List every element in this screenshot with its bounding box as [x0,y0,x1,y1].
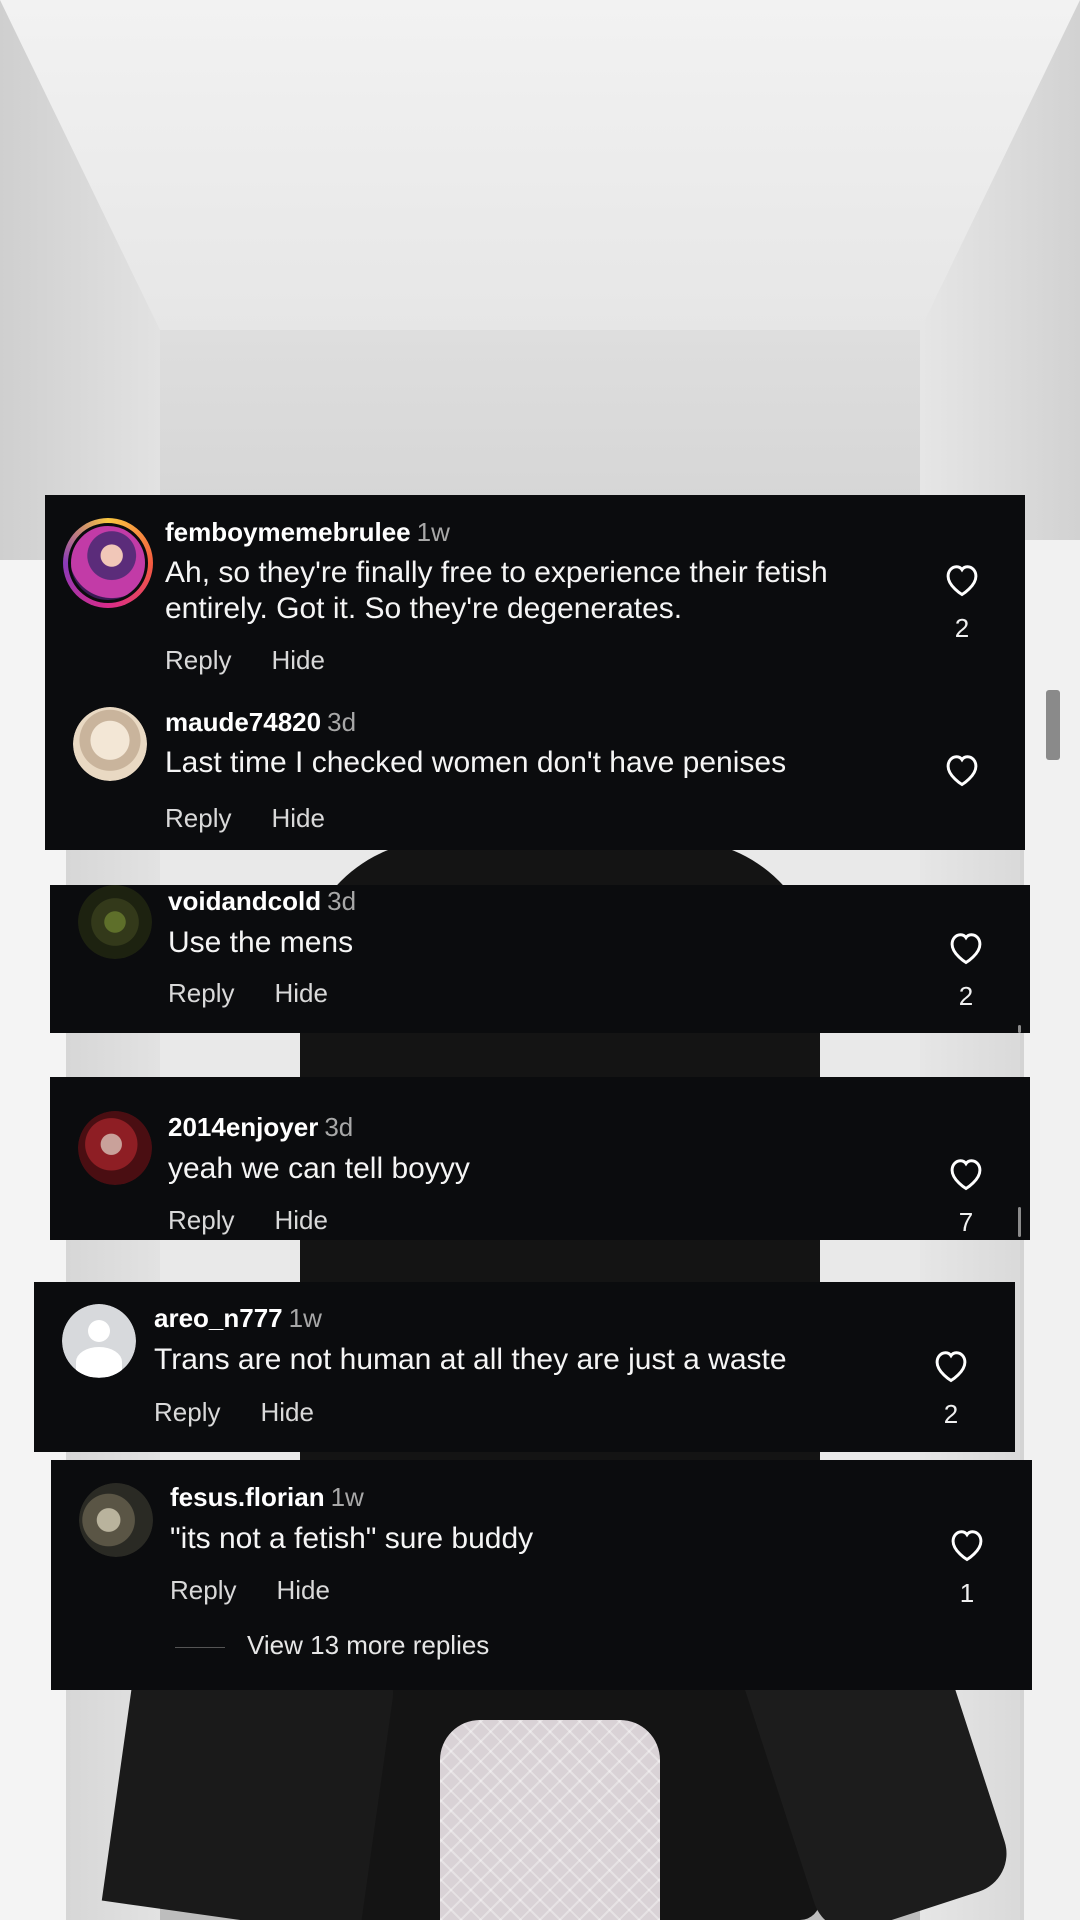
comment-text: "its not a fetish" sure buddy [170,1522,534,1555]
creature-avatar[interactable] [78,885,152,959]
reply-button[interactable]: Reply [154,1397,220,1427]
profile-ring-avatar[interactable] [63,518,153,608]
fishnet-legs [440,1720,660,1920]
hide-button[interactable]: Hide [260,1397,313,1427]
username[interactable]: maude74820 [165,707,321,737]
heart-icon [951,1530,983,1562]
reply-button[interactable]: Reply [168,1205,234,1235]
comment-card-4: areo_n777 1w Trans are not human at all t… [34,1282,1015,1452]
heart-icon [950,933,982,965]
door-hinge [1046,690,1060,760]
timestamp: 3d [327,886,357,916]
username[interactable]: femboymemebrulee [165,517,411,547]
comment-text: yeah we can tell boyyy [168,1152,470,1185]
comment-text: Ah, so they're finally free to experienc… [165,556,828,625]
reply-button[interactable]: Reply [170,1575,236,1605]
username[interactable]: voidandcold [168,886,321,916]
like-count: 7 [958,1207,974,1237]
hide-button[interactable]: Hide [274,978,327,1008]
comment-text: Last time I checked women don't have pen… [165,746,787,779]
timestamp: 3d [327,707,357,737]
scroll-indicator [1018,1207,1021,1237]
divider-line [175,1646,225,1648]
timestamp: 3d [324,1112,354,1142]
comment-text: Trans are not human at all they are just… [154,1343,787,1376]
comment-areo_n777: areo_n777 1w Trans are not human at all t… [34,1282,1015,1452]
like-button[interactable]: 2 [921,1347,981,1429]
heart-icon [946,565,978,597]
like-button[interactable]: 2 [932,561,992,643]
like-button[interactable]: 1 [937,1526,997,1608]
comment-card-1: femboymemebrulee 1w Ah, so they're finall… [45,495,1025,850]
comment-card-2: voidandcold 3d Use the mens Reply Hide 2 [50,885,1030,1033]
comment-voidandcold: voidandcold 3d Use the mens Reply Hide 2 [50,885,1030,1033]
hide-button[interactable]: Hide [271,645,324,675]
like-button[interactable]: 2 [936,929,996,1011]
heart-icon [946,755,978,787]
heart-icon [950,1159,982,1191]
username[interactable]: areo_n777 [154,1303,283,1333]
timestamp: 1w [416,517,450,547]
view-more-replies[interactable]: View 13 more replies [175,1630,489,1660]
sketch-avatar[interactable] [73,707,147,781]
timestamp: 1w [288,1303,322,1333]
reply-button[interactable]: Reply [168,978,234,1008]
username[interactable]: 2014enjoyer [168,1112,318,1142]
comment-maude74820: maude74820 3d Last time I checked women d… [45,685,1025,850]
like-count: 1 [959,1578,975,1608]
reply-button[interactable]: Reply [165,803,231,833]
like-count: 2 [958,981,974,1011]
like-count: 2 [943,1399,959,1429]
hide-button[interactable]: Hide [274,1205,327,1235]
reply-button[interactable]: Reply [165,645,231,675]
red-hair-avatar[interactable] [78,1111,152,1185]
comment-card-3: 2014enjoyer 3d yeah we can tell boyyy Rep… [50,1077,1030,1240]
heart-icon [935,1351,967,1383]
like-count: 2 [954,613,970,643]
comment-femboymemebrulee: femboymemebrulee 1w Ah, so they're finall… [45,495,1025,685]
hide-button[interactable]: Hide [271,803,324,833]
default-avatar[interactable] [62,1304,136,1378]
comment-2014enjoyer: 2014enjoyer 3d yeah we can tell boyyy Rep… [50,1077,1030,1240]
cat-avatar[interactable] [79,1483,153,1557]
like-button[interactable] [932,751,992,787]
comment-text: Use the mens [168,926,354,959]
comment-fesus-florian: fesus.florian 1w "its not a fetish" sure … [51,1460,1032,1690]
scroll-indicator [1018,1025,1021,1033]
hide-button[interactable]: Hide [276,1575,329,1605]
view-more-label: View 13 more replies [247,1630,490,1660]
like-button[interactable]: 7 [936,1155,996,1237]
username[interactable]: fesus.florian [170,1482,325,1512]
comment-card-5: fesus.florian 1w "its not a fetish" sure … [51,1460,1032,1690]
timestamp: 1w [330,1482,364,1512]
